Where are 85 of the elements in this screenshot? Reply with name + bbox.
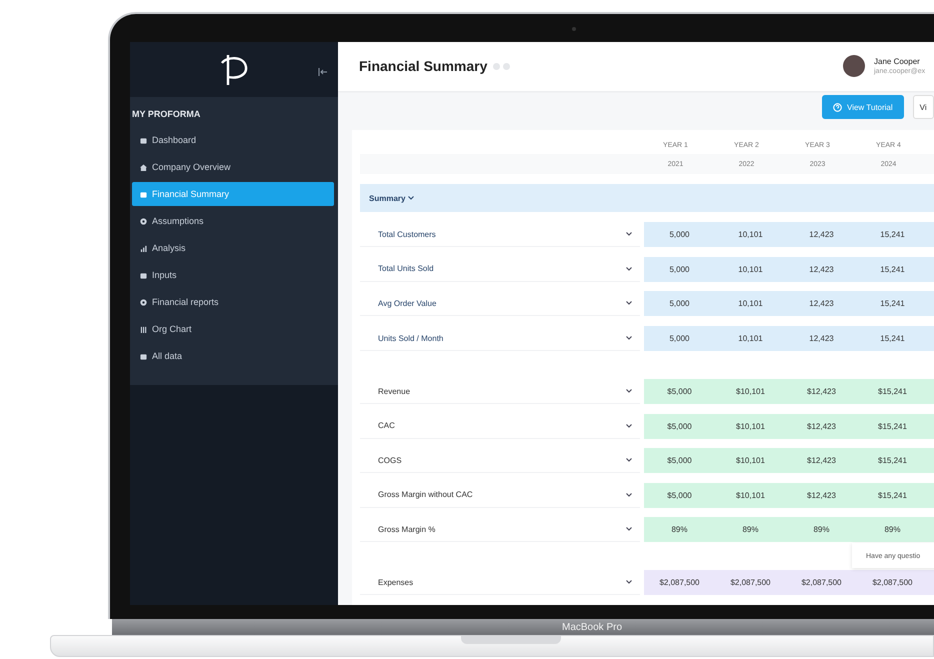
table-cell-text: $2,087,500 bbox=[729, 578, 772, 588]
chevron-icon[interactable] bbox=[626, 336, 632, 340]
table-cell-text: 10,101 bbox=[737, 334, 764, 344]
section-toggle[interactable]: Summary bbox=[369, 194, 414, 203]
table-cell-text: $5,000 bbox=[666, 490, 693, 500]
table-cell-text: $15,241 bbox=[877, 456, 908, 466]
avatar[interactable] bbox=[843, 55, 865, 78]
table-cell-text: 12,423 bbox=[808, 334, 835, 344]
table-cell-text: 89% bbox=[812, 525, 830, 534]
table-cell-text: $12,423 bbox=[806, 490, 837, 500]
table-cell-text: 12,423 bbox=[808, 264, 835, 274]
chevron-icon[interactable] bbox=[626, 492, 632, 497]
sidebar-item[interactable]: Company Overview bbox=[132, 155, 334, 179]
table-cell-text: 10,101 bbox=[737, 230, 764, 240]
toolbar-button[interactable]: Vi bbox=[912, 95, 934, 120]
table-cell-text: 15,241 bbox=[879, 264, 906, 274]
table-cell-text: $15,241 bbox=[877, 422, 908, 431]
table-cell-text: 5,000 bbox=[668, 230, 691, 240]
table-cell-text: $10,101 bbox=[735, 387, 766, 396]
row-label: Total Customers bbox=[378, 230, 436, 239]
table-cell-text: 15,241 bbox=[879, 230, 906, 240]
logo-icon bbox=[218, 52, 250, 86]
table-cell-text: 10,101 bbox=[737, 264, 764, 274]
sidebar-item[interactable]: All data bbox=[132, 344, 334, 368]
row-label: Total Units Sold bbox=[378, 264, 434, 274]
laptop-label: MacBook Pro bbox=[562, 622, 622, 632]
sidebar-item[interactable]: Inputs bbox=[132, 263, 334, 287]
sidebar-item[interactable]: Org Chart bbox=[132, 317, 334, 341]
row-label: Avg Order Value bbox=[378, 298, 436, 308]
table-cell-text: $5,000 bbox=[666, 422, 693, 431]
row-label: COGS bbox=[378, 456, 402, 465]
table-cell-text: 12,423 bbox=[808, 299, 835, 308]
chevron-icon bbox=[408, 196, 414, 200]
chevron-icon[interactable] bbox=[626, 580, 632, 584]
table-cell-text: 89% bbox=[670, 525, 688, 534]
chevron-icon[interactable] bbox=[626, 232, 632, 236]
status-dot-icon bbox=[493, 62, 500, 70]
row-label: CAC bbox=[378, 421, 395, 430]
table-cell-text: $10,101 bbox=[735, 490, 766, 500]
collapse-icon[interactable] bbox=[318, 68, 328, 76]
table-cell-text: $5,000 bbox=[666, 387, 693, 396]
table-cell-text: 15,241 bbox=[879, 299, 906, 308]
chevron-icon[interactable] bbox=[626, 266, 632, 271]
status-dot-icon bbox=[503, 62, 510, 70]
table-cell-text: $10,101 bbox=[735, 456, 766, 466]
home-icon bbox=[140, 164, 147, 170]
row-label: Expenses bbox=[378, 578, 414, 587]
row-label: Revenue bbox=[378, 386, 410, 396]
table-cell-text: $2,087,500 bbox=[658, 578, 701, 588]
chevron-icon[interactable] bbox=[626, 424, 632, 428]
bar-chart-icon bbox=[140, 244, 147, 252]
table-cell-text: 5,000 bbox=[668, 264, 691, 274]
table-cell-text: 15,241 bbox=[879, 334, 906, 344]
row-label: Gross Margin without CAC bbox=[378, 490, 473, 500]
section-heading: MY PROFORMA bbox=[132, 109, 202, 119]
table-cell-text: $15,241 bbox=[877, 387, 908, 396]
help-icon bbox=[833, 102, 842, 112]
chevron-icon[interactable] bbox=[626, 301, 632, 306]
table-cell-text: $15,241 bbox=[877, 490, 908, 500]
chevron-icon[interactable] bbox=[626, 458, 632, 462]
row-label: Units Sold / Month bbox=[378, 334, 444, 343]
table-cell-text: 12,423 bbox=[808, 230, 835, 240]
table-cell-text: 89% bbox=[741, 525, 760, 534]
table-cell-text: 5,000 bbox=[668, 334, 691, 344]
table-cell-text: $2,087,500 bbox=[800, 578, 843, 588]
table-cell-text: 5,000 bbox=[668, 299, 691, 308]
table-cell-text: $5,000 bbox=[666, 456, 693, 466]
row-label: Gross Margin % bbox=[378, 524, 436, 534]
chevron-icon[interactable] bbox=[626, 527, 632, 532]
columns-icon bbox=[140, 326, 147, 332]
table-cell-text: 89% bbox=[883, 525, 902, 534]
table-cell-text: 10,101 bbox=[737, 299, 764, 308]
table-cell-text: $12,423 bbox=[806, 387, 837, 396]
table-cell-text: $10,101 bbox=[735, 422, 766, 431]
user-name: Jane Cooper bbox=[874, 57, 921, 66]
table-cell-text: $12,423 bbox=[806, 456, 837, 466]
chevron-icon[interactable] bbox=[626, 389, 632, 394]
sidebar-item[interactable]: Analysis bbox=[132, 236, 334, 260]
sidebar-item[interactable]: Dashboard bbox=[132, 128, 334, 152]
camera-dot bbox=[572, 27, 576, 31]
sidebar-item[interactable]: Financial reports bbox=[132, 290, 334, 314]
page-title: Financial Summary bbox=[359, 58, 488, 74]
table-cell-text: $12,423 bbox=[806, 422, 837, 431]
table-cell-text: $2,087,500 bbox=[871, 578, 914, 588]
sidebar-item[interactable]: Assumptions bbox=[132, 209, 334, 233]
